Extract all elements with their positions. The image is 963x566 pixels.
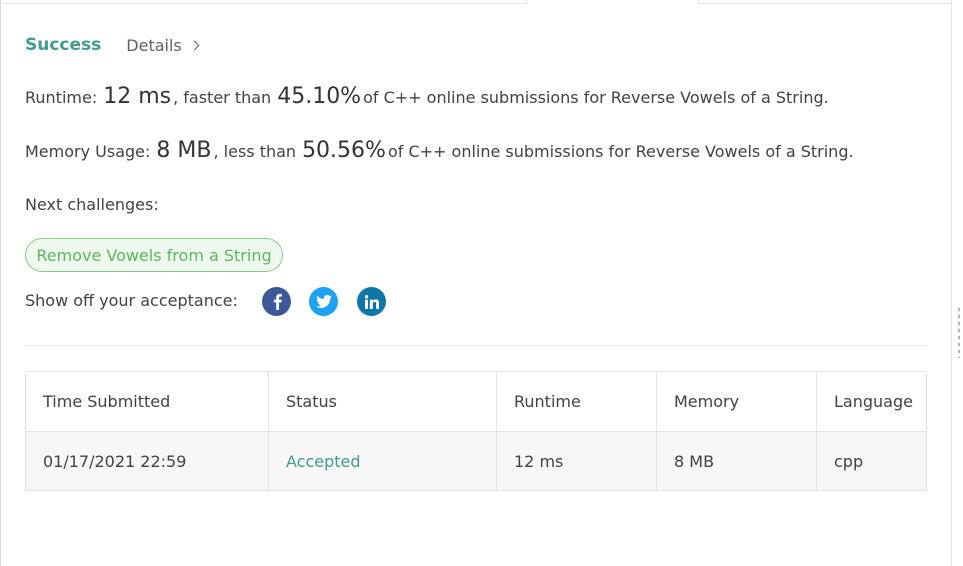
panel-resize-handle[interactable] [957, 306, 961, 358]
window-left-border [0, 0, 1, 566]
memory-stat: Memory Usage: 8 MB , less than 50.56% of… [25, 138, 854, 163]
column-header[interactable]: Language [816, 371, 927, 432]
runtime-comparison: , faster than [173, 88, 272, 107]
runtime-value: 12 ms [103, 84, 172, 109]
runtime-percent: 45.10% [277, 84, 362, 109]
result-status: Success [25, 35, 102, 55]
memory-cell: 8 MB [656, 431, 817, 491]
column-header[interactable]: Runtime [496, 371, 657, 432]
tab-strip-border [698, 3, 952, 4]
twitter-icon[interactable] [309, 287, 338, 316]
runtime-label: Runtime: [25, 88, 98, 107]
memory-label: Memory Usage: [25, 142, 151, 161]
runtime-cell: 12 ms [496, 431, 657, 491]
column-header[interactable]: Memory [656, 371, 817, 432]
status-link[interactable]: Accepted [268, 431, 497, 491]
runtime-stat: Runtime: 12 ms , faster than 45.10% of C… [25, 84, 829, 109]
challenge-link[interactable]: Remove Vowels from a String [25, 238, 283, 272]
section-divider [25, 345, 927, 346]
submissions-table: Time Submitted Status Runtime Memory Lan… [25, 371, 927, 491]
active-tab-edge [526, 0, 527, 4]
runtime-suffix: of C++ online submissions for Reverse Vo… [363, 88, 829, 107]
details-link[interactable]: Details [126, 35, 200, 55]
details-label: Details [126, 35, 182, 55]
memory-suffix: of C++ online submissions for Reverse Vo… [387, 142, 854, 161]
panel-right-border [951, 0, 952, 566]
table-row: 01/17/2021 22:59 Accepted 12 ms 8 MB cpp [25, 431, 927, 491]
memory-value: 8 MB [156, 138, 212, 163]
chevron-right-icon [189, 40, 200, 50]
result-header: Success Details [25, 33, 200, 57]
table-header-row: Time Submitted Status Runtime Memory Lan… [25, 371, 927, 432]
next-challenges-label: Next challenges: [25, 195, 159, 214]
share-label: Show off your acceptance: [25, 291, 238, 310]
active-tab-edge [698, 0, 699, 4]
column-header[interactable]: Time Submitted [25, 371, 269, 432]
time-submitted-cell: 01/17/2021 22:59 [25, 431, 269, 491]
tab-strip-border [0, 3, 527, 4]
linkedin-icon[interactable] [357, 287, 386, 316]
language-cell: cpp [816, 431, 927, 491]
facebook-icon[interactable] [262, 287, 291, 316]
memory-percent: 50.56% [302, 138, 386, 163]
column-header[interactable]: Status [268, 371, 497, 432]
memory-comparison: , less than [213, 142, 297, 161]
